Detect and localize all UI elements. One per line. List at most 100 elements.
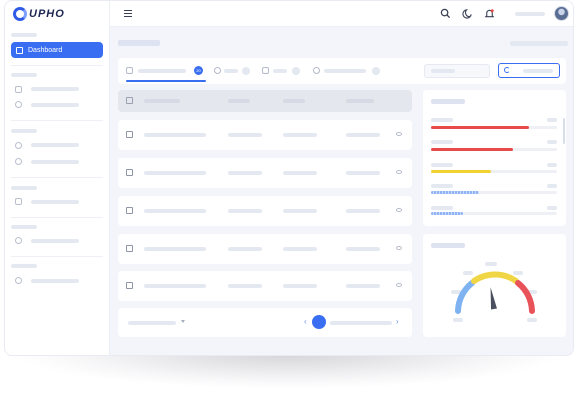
row-checkbox[interactable] [126,282,133,289]
eye-icon[interactable] [396,246,402,250]
bell-icon[interactable] [484,8,495,19]
stage: UPHO Dashboard 20 ‹ › [0,0,578,405]
table-row[interactable] [118,271,412,301]
table-cell [283,133,317,137]
sidebar-section-heading [11,73,37,77]
table-cell [346,284,380,288]
gauge-min-label [453,318,463,322]
row-checkbox[interactable] [126,131,133,138]
progress-value [547,140,557,144]
table-cell [228,171,262,175]
progress-label [431,118,453,122]
column-header[interactable] [144,99,180,103]
sidebar-section-heading [11,225,37,229]
eye-icon[interactable] [396,208,402,212]
sidebar-divider [11,65,103,66]
eye-icon[interactable] [396,132,402,136]
sidebar-item[interactable] [31,143,79,147]
table-cell [346,209,380,213]
sidebar-divider [11,120,103,121]
sidebar: UPHO Dashboard [5,1,110,355]
row-checkbox[interactable] [126,245,133,252]
progress-fill [431,191,479,194]
sidebar-section-heading [11,186,37,190]
table-cell [346,133,380,137]
progress-bar [431,170,557,173]
column-header[interactable] [346,99,374,103]
row-checkbox[interactable] [126,207,133,214]
table-cell [283,284,317,288]
gauge-needle [490,287,497,310]
sidebar-item[interactable] [31,87,79,91]
sidebar-section-heading [11,129,37,133]
card-title [431,243,465,248]
table-cell [144,171,206,175]
sidebar-item[interactable] [31,200,79,204]
progress-fill [431,148,513,151]
progress-fill [431,170,492,173]
table-cell [144,209,206,213]
nav-icon [15,142,22,149]
prev-page-icon[interactable]: ‹ [304,318,307,326]
logo-text: UPHO [29,8,65,20]
tab-label[interactable] [273,69,287,73]
progress-label [431,184,453,188]
menu-icon[interactable] [124,10,132,17]
sidebar-item[interactable] [31,279,79,283]
next-page-icon[interactable]: › [396,318,399,326]
table-row[interactable] [118,158,412,188]
progress-fill [431,126,530,129]
scrollbar[interactable] [563,118,565,144]
sidebar-item[interactable] [31,103,79,107]
nav-icon [15,158,22,165]
progress-value [547,184,557,188]
nav-icon [15,237,22,244]
table-row[interactable] [118,196,412,226]
table-cell [228,247,262,251]
tab-label[interactable] [324,69,366,73]
refresh-button[interactable] [498,63,560,78]
sidebar-divider [11,217,103,218]
table-cell [346,171,380,175]
tab-label[interactable] [138,69,186,73]
tab-count-badge [372,67,380,75]
tab-icon [313,67,320,74]
tab-icon [214,67,221,74]
button-label [523,69,553,73]
sidebar-item[interactable] [31,239,79,243]
progress-bar [431,212,557,215]
user-icon [15,277,22,284]
progress-card [423,90,566,226]
moon-icon[interactable] [462,8,473,19]
select-all-checkbox[interactable] [126,97,133,104]
progress-bar [431,126,557,129]
chevron-down-icon [181,320,185,323]
pagination-bar: ‹ › [118,308,412,337]
eye-icon[interactable] [396,283,402,287]
progress-value [547,206,557,210]
search-input[interactable] [424,64,490,78]
sidebar-item-label: Dashboard [28,46,63,54]
nav-icon [15,101,22,108]
sidebar-divider [11,256,103,257]
sidebar-item-dashboard[interactable]: Dashboard [11,42,103,58]
username-placeholder [515,12,545,16]
active-tab-indicator [126,80,206,82]
gauge-segment-yellow [471,271,519,284]
column-header[interactable] [283,99,305,103]
tab-label[interactable] [224,69,238,73]
nav-icon [15,198,22,205]
row-checkbox[interactable] [126,169,133,176]
eye-icon[interactable] [396,170,402,174]
progress-bar [431,148,557,151]
table-row[interactable] [118,120,412,150]
table-header [118,90,412,112]
current-page-button[interactable] [312,315,326,329]
tab-count-badge [292,67,300,75]
column-header[interactable] [228,99,250,103]
rows-per-page-select[interactable] [128,321,176,325]
avatar[interactable] [554,6,569,21]
search-icon[interactable] [440,8,451,19]
sidebar-item[interactable] [31,160,79,164]
table-row[interactable] [118,234,412,264]
